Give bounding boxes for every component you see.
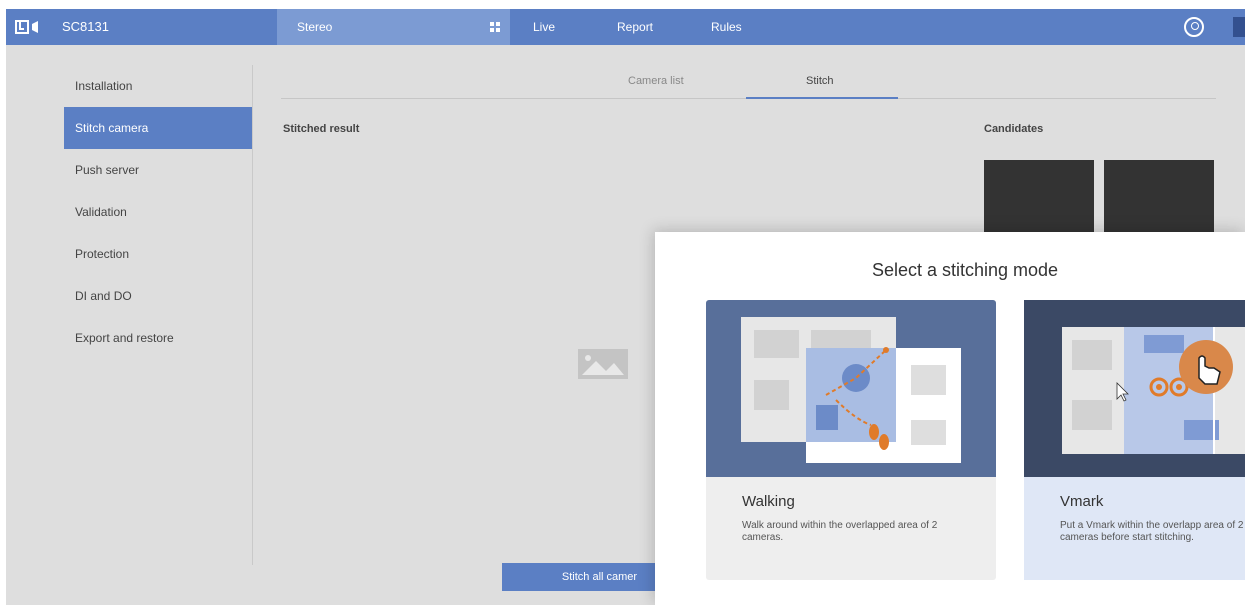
grid-icon[interactable] (490, 22, 500, 32)
top-bar: SC8131 Stereo Live Report Rules (6, 9, 1245, 45)
stitching-mode-dialog: Select a stitching mode Walking Walk aro… (655, 232, 1245, 605)
sidebar-item-di-do[interactable]: DI and DO (64, 275, 252, 317)
tab-stitch[interactable]: Stitch (806, 75, 834, 87)
nav-rules[interactable]: Rules (711, 20, 742, 34)
stitched-result-title: Stitched result (283, 123, 360, 135)
walking-mode-label: Walking (742, 493, 795, 510)
walking-illustration-icon (706, 300, 996, 477)
section-name: Stereo (297, 20, 333, 34)
camera-model: SC8131 (62, 19, 109, 34)
dialog-title: Select a stitching mode (871, 260, 1059, 280)
image-placeholder-icon (578, 349, 628, 379)
tab-bar: Camera list Stitch (281, 45, 1216, 99)
vmark-illustration-icon (1024, 300, 1245, 477)
sidebar-item-validation[interactable]: Validation (64, 191, 252, 233)
sidebar-item-export-restore[interactable]: Export and restore (64, 317, 252, 359)
stitch-all-cameras-button[interactable]: Stitch all camer (502, 563, 657, 591)
sidebar-divider (252, 65, 253, 565)
candidate-thumbnail[interactable] (984, 160, 1094, 235)
user-icon[interactable] (1184, 17, 1204, 37)
sidebar: Installation Stitch camera Push server V… (64, 65, 252, 359)
active-tab-indicator (746, 97, 898, 99)
vmark-mode-description: Put a Vmark within the overlapp area of … (1060, 520, 1244, 543)
more-menu-button[interactable] (1233, 17, 1245, 37)
nav-live[interactable]: Live (533, 20, 555, 34)
sidebar-item-stitch-camera[interactable]: Stitch camera (64, 107, 252, 149)
sidebar-item-installation[interactable]: Installation (64, 65, 252, 107)
walking-mode-card[interactable]: Walking Walk around within the overlappe… (706, 300, 996, 580)
sidebar-item-push-server[interactable]: Push server (64, 149, 252, 191)
sidebar-item-protection[interactable]: Protection (64, 233, 252, 275)
vmark-mode-label: Vmark (1060, 493, 1104, 510)
vmark-mode-card[interactable]: Vmark Put a Vmark within the overlapp ar… (1024, 300, 1245, 580)
nav-report[interactable]: Report (617, 20, 653, 34)
candidate-thumbnail[interactable] (1104, 160, 1214, 235)
tab-camera-list[interactable]: Camera list (628, 75, 684, 87)
section-selector[interactable]: Stereo (277, 9, 510, 45)
candidates-title: Candidates (984, 123, 1044, 135)
walking-mode-description: Walk around within the overlapped area o… (742, 520, 938, 543)
vivotek-logo-icon (15, 20, 38, 34)
